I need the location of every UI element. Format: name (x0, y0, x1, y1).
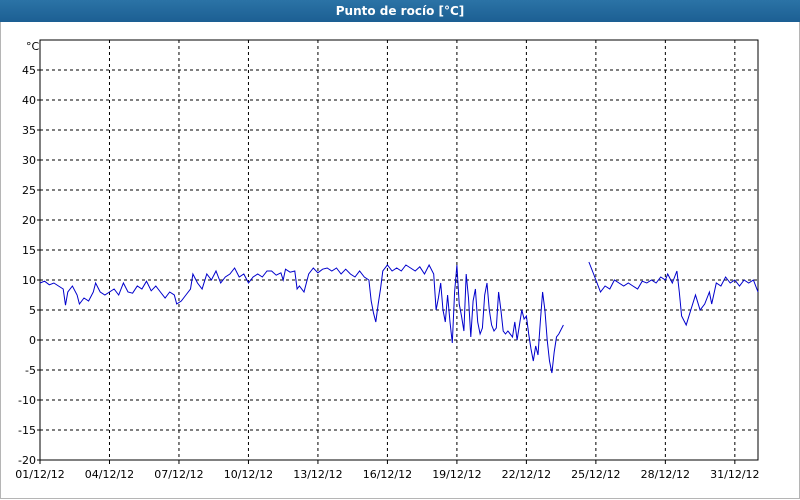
y-tick-label: 20 (22, 214, 36, 227)
y-tick-label: 15 (22, 244, 36, 257)
plot-area-border (39, 39, 759, 461)
y-tick-label: -20 (18, 454, 36, 467)
y-tick-label: -10 (18, 394, 36, 407)
y-tick-label: 25 (22, 184, 36, 197)
y-tick-label: 35 (22, 124, 36, 137)
y-tick-label: 10 (22, 274, 36, 287)
chart-window: Punto de rocío [°C] °C 45 40 35 30 25 20 15 10 5… (0, 0, 800, 500)
y-tick-label: 40 (22, 94, 36, 107)
x-tick-label: 28/12/12 (641, 468, 690, 481)
x-tick-label: 25/12/12 (571, 468, 620, 481)
y-tick-label: -15 (18, 424, 36, 437)
x-tick-label: 04/12/12 (85, 468, 134, 481)
x-tick-label: 13/12/12 (293, 468, 342, 481)
x-tick-label: 01/12/12 (15, 468, 64, 481)
y-tick-label: 0 (29, 334, 36, 347)
y-tick-label: 45 (22, 64, 36, 77)
series-dew-point (39, 261, 759, 374)
x-tick-label: 07/12/12 (154, 468, 203, 481)
x-axis-tick-labels: 01/12/12 04/12/12 07/12/12 10/12/12 13/12/12… (15, 460, 760, 481)
y-tick-label: 30 (22, 154, 36, 167)
y-axis-tick-labels: 45 40 35 30 25 20 15 10 5 0 -5 -10 -15 -20 (18, 64, 40, 467)
y-axis-unit-label: °C (26, 40, 40, 53)
y-tick-label: 5 (29, 304, 36, 317)
y-tick-label: -5 (25, 364, 36, 377)
chart-canvas: °C 45 40 35 30 25 20 15 10 5 0 -5 -10 -15 -2001/12/12… (15, 39, 760, 481)
x-tick-label: 10/12/12 (224, 468, 273, 481)
series-line-segment (588, 261, 759, 327)
x-tick-label: 19/12/12 (432, 468, 481, 481)
grid-lines (40, 40, 758, 460)
series-line-segment (39, 263, 564, 374)
x-tick-label: 31/12/12 (710, 468, 759, 481)
x-tick-label: 16/12/12 (363, 468, 412, 481)
x-tick-label: 22/12/12 (502, 468, 551, 481)
